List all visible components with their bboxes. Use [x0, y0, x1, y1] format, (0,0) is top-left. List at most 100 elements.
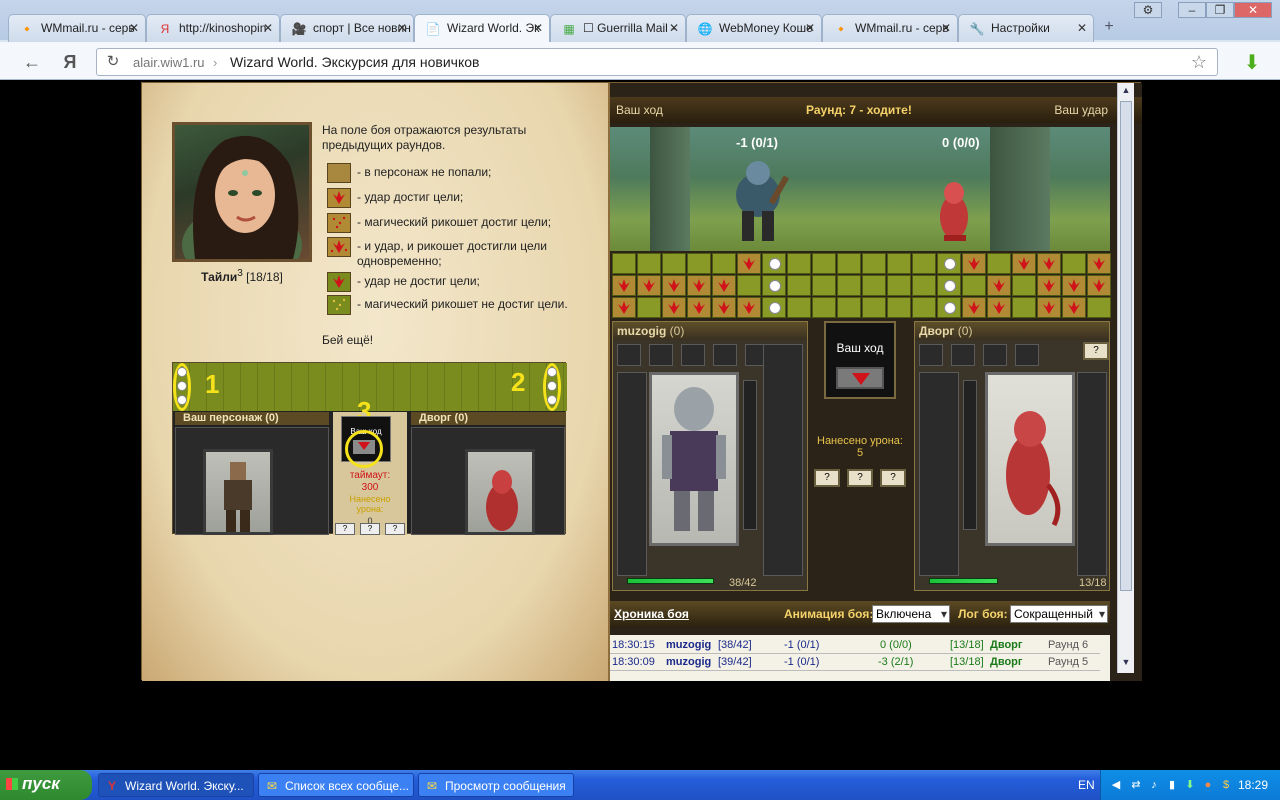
field-cell[interactable] — [712, 297, 736, 318]
field-cell[interactable] — [787, 253, 811, 274]
language-indicator[interactable]: EN — [1078, 778, 1095, 792]
field-cell[interactable] — [1087, 253, 1111, 274]
field-cell[interactable] — [962, 253, 986, 274]
money-icon[interactable]: $ — [1219, 778, 1233, 792]
tab-sport[interactable]: 🎥 спорт | Все новин ✕ — [280, 14, 414, 42]
field-cell[interactable] — [912, 297, 936, 318]
chronicle-link[interactable]: Хроника боя — [614, 607, 689, 621]
field-cell[interactable] — [837, 253, 861, 274]
download-icon[interactable]: ⬇ — [1240, 50, 1264, 74]
field-cell[interactable] — [637, 297, 661, 318]
close-icon[interactable]: ✕ — [263, 21, 273, 35]
network-icon[interactable]: ⇄ — [1129, 778, 1143, 792]
scroll-down-icon[interactable]: ▼ — [1120, 657, 1132, 669]
field-cell[interactable] — [987, 275, 1011, 296]
field-cell[interactable] — [712, 275, 736, 296]
field-cell[interactable] — [712, 253, 736, 274]
field-cell[interactable] — [637, 253, 661, 274]
field-cell[interactable] — [1037, 297, 1061, 318]
tab-wmmail-2[interactable]: 🔸 WMmail.ru - серв ✕ — [822, 14, 958, 42]
field-cell[interactable] — [662, 253, 686, 274]
field-cell[interactable] — [637, 275, 661, 296]
field-cell[interactable] — [762, 297, 786, 318]
field-cell[interactable] — [887, 297, 911, 318]
tab-settings[interactable]: 🔧 Настройки ✕ — [958, 14, 1094, 42]
field-cell[interactable] — [987, 253, 1011, 274]
tray-arrow-icon[interactable]: ◀ — [1109, 778, 1123, 792]
field-cell[interactable] — [687, 253, 711, 274]
field-cell[interactable] — [787, 297, 811, 318]
animation-select[interactable]: Включена — [872, 605, 950, 623]
field-cell[interactable] — [912, 253, 936, 274]
tab-kinoshop[interactable]: Яhttp://kinoshopin ✕ — [146, 14, 280, 42]
scroll-slot-button[interactable]: ? — [814, 469, 840, 487]
close-icon[interactable]: ✕ — [805, 21, 815, 35]
back-button[interactable]: ← — [20, 50, 44, 74]
tab-webmoney[interactable]: 🌐 WebMoney Коше ✕ — [686, 14, 822, 42]
close-icon[interactable]: ✕ — [941, 21, 951, 35]
field-cell[interactable] — [987, 297, 1011, 318]
field-cell[interactable] — [737, 253, 761, 274]
field-cell[interactable] — [812, 253, 836, 274]
field-cell[interactable] — [862, 275, 886, 296]
equip-slot[interactable] — [649, 344, 673, 366]
field-cell[interactable] — [737, 297, 761, 318]
field-cell[interactable] — [837, 297, 861, 318]
enemy-scroll-button[interactable]: ? — [1083, 342, 1109, 360]
battle-field-grid[interactable] — [612, 253, 1111, 319]
field-cell[interactable] — [1037, 253, 1061, 274]
scroll-thumb[interactable] — [1120, 101, 1132, 591]
address-bar[interactable]: ↻ alair.wiw1.ru › Wizard World. Экскурси… — [96, 48, 1218, 76]
field-cell[interactable] — [887, 275, 911, 296]
close-icon[interactable]: ✕ — [1077, 21, 1087, 35]
field-cell[interactable] — [1087, 275, 1111, 296]
field-cell[interactable] — [937, 275, 961, 296]
field-cell[interactable] — [1062, 275, 1086, 296]
antivirus-icon[interactable]: ● — [1201, 778, 1215, 792]
field-cell[interactable] — [1012, 275, 1036, 296]
equip-slot[interactable] — [713, 344, 737, 366]
yandex-button[interactable]: Я — [58, 50, 82, 74]
field-cell[interactable] — [662, 275, 686, 296]
field-cell[interactable] — [1012, 297, 1036, 318]
field-cell[interactable] — [937, 297, 961, 318]
field-cell[interactable] — [962, 297, 986, 318]
field-cell[interactable] — [887, 253, 911, 274]
field-cell[interactable] — [1087, 297, 1111, 318]
field-cell[interactable] — [937, 253, 961, 274]
close-icon[interactable]: ✕ — [397, 21, 407, 35]
page-scrollbar[interactable]: ▲ ▼ — [1117, 83, 1134, 673]
minimize-button[interactable]: – — [1178, 2, 1206, 18]
log-select[interactable]: Сокращенный — [1010, 605, 1108, 623]
start-button[interactable]: пуск — [0, 770, 92, 800]
new-tab-button[interactable]: + — [1100, 18, 1118, 36]
field-cell[interactable] — [612, 253, 636, 274]
scroll-up-icon[interactable]: ▲ — [1120, 85, 1132, 97]
field-cell[interactable] — [687, 297, 711, 318]
close-icon[interactable]: ✕ — [533, 21, 543, 35]
maximize-button[interactable]: ❐ — [1206, 2, 1234, 18]
bookmark-star-icon[interactable]: ☆ — [1191, 52, 1207, 73]
task-message-view[interactable]: ✉ Просмотр сообщения — [418, 773, 574, 797]
window-close-button[interactable]: ✕ — [1234, 2, 1272, 18]
reload-icon[interactable]: ↻ — [101, 50, 125, 74]
tab-wizard-world[interactable]: 📄 Wizard World. Эк ✕ — [414, 14, 550, 42]
task-messages-list[interactable]: ✉ Список всех сообще... — [258, 773, 414, 797]
field-cell[interactable] — [1012, 253, 1036, 274]
field-cell[interactable] — [1037, 275, 1061, 296]
tab-wmmail-1[interactable]: 🔸 WMmail.ru - серв ✕ — [8, 14, 146, 42]
field-cell[interactable] — [612, 275, 636, 296]
field-cell[interactable] — [687, 275, 711, 296]
field-cell[interactable] — [862, 253, 886, 274]
field-cell[interactable] — [787, 275, 811, 296]
field-cell[interactable] — [662, 297, 686, 318]
field-cell[interactable] — [962, 275, 986, 296]
volume-icon[interactable]: ♪ — [1147, 778, 1161, 792]
scroll-slot-button[interactable]: ? — [880, 469, 906, 487]
field-cell[interactable] — [837, 275, 861, 296]
equip-slot[interactable] — [681, 344, 705, 366]
field-cell[interactable] — [862, 297, 886, 318]
field-cell[interactable] — [912, 275, 936, 296]
make-move-button[interactable] — [836, 367, 884, 389]
field-cell[interactable] — [812, 275, 836, 296]
